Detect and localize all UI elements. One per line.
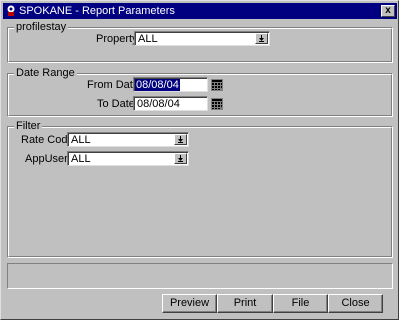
property-value: ALL — [138, 33, 158, 45]
close-icon: x — [385, 5, 391, 16]
rate-code-combo[interactable]: ALL — [67, 132, 189, 147]
print-button[interactable]: Print — [217, 294, 273, 313]
dropdown-arrow-icon — [178, 155, 183, 162]
profilestay-group-label: profilestay — [14, 21, 69, 33]
close-window-button[interactable]: x — [381, 5, 395, 17]
filter-group-label: Filter — [14, 120, 43, 132]
rate-code-value: ALL — [71, 134, 91, 146]
appuser-label: AppUser — [25, 153, 68, 165]
property-dropdown-button[interactable] — [255, 33, 268, 44]
app-icon — [5, 4, 17, 17]
appuser-dropdown-button[interactable] — [174, 153, 187, 164]
to-date-label: To Date — [97, 98, 135, 110]
rate-code-dropdown-button[interactable] — [174, 134, 187, 145]
appuser-value: ALL — [71, 153, 91, 165]
property-label: Property — [96, 33, 138, 45]
to-date-value: 08/08/04 — [137, 98, 180, 110]
to-date-calendar-icon[interactable] — [210, 97, 224, 111]
status-panel — [7, 263, 393, 289]
from-date-value: 08/08/04 — [135, 79, 180, 91]
from-date-input[interactable]: 08/08/04 — [133, 77, 208, 92]
close-button-label: Close — [341, 297, 370, 309]
file-button-label: File — [291, 297, 310, 309]
window-title: SPOKANE - Report Parameters — [19, 5, 175, 17]
title-bar[interactable]: SPOKANE - Report Parameters x — [3, 3, 397, 19]
close-button[interactable]: Close — [328, 294, 383, 313]
report-parameters-window: SPOKANE - Report Parameters x profilesta… — [0, 0, 399, 320]
to-date-input[interactable]: 08/08/04 — [133, 96, 208, 111]
date-range-group-label: Date Range — [14, 67, 77, 79]
rate-code-label: Rate Code — [21, 134, 74, 146]
dropdown-arrow-icon — [259, 35, 264, 42]
preview-button[interactable]: Preview — [162, 294, 217, 313]
property-combo[interactable]: ALL — [134, 31, 270, 46]
from-date-calendar-icon[interactable] — [210, 78, 224, 92]
appuser-combo[interactable]: ALL — [67, 151, 189, 166]
from-date-label: From Date — [87, 79, 139, 91]
dropdown-arrow-icon — [178, 136, 183, 143]
print-button-label: Print — [233, 297, 257, 309]
preview-button-label: Preview — [169, 297, 210, 309]
file-button[interactable]: File — [273, 294, 328, 313]
